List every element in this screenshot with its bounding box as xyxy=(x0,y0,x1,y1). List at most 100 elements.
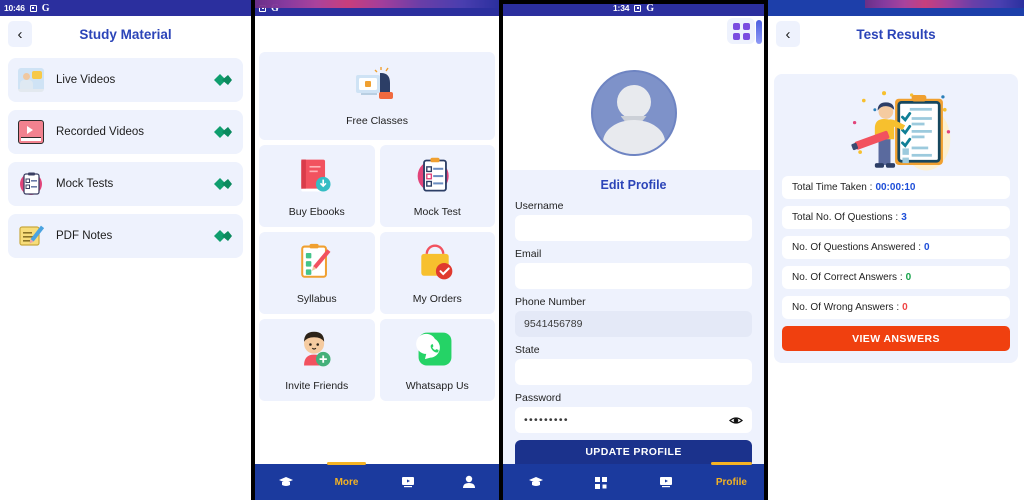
page-title: Test Results xyxy=(856,26,936,42)
edit-profile-form: Edit Profile Username Email Phone Number… xyxy=(503,170,765,474)
scrollbar[interactable] xyxy=(756,20,763,44)
tile-free-classes[interactable]: Free Classes xyxy=(259,52,496,140)
list-item-label: Recorded Videos xyxy=(56,126,145,138)
result-value: 00:00:10 xyxy=(875,182,916,193)
eye-icon[interactable] xyxy=(729,415,744,426)
result-label: No. Of Questions Answered : xyxy=(792,242,921,253)
test-results-card: Total Time Taken : 00:00:10 Total No. Of… xyxy=(774,74,1018,363)
list-item-pdf-notes[interactable]: PDF Notes xyxy=(8,214,244,258)
result-row-total-time: Total Time Taken : 00:00:10 xyxy=(782,176,1010,199)
tile-mock-test[interactable]: Mock Test xyxy=(379,145,496,227)
tile-label: My Orders xyxy=(412,292,462,305)
tile-label: Buy Ebooks xyxy=(288,205,345,218)
chevron-right-icon xyxy=(214,178,233,190)
status-artifact xyxy=(255,0,500,8)
invite-friend-icon xyxy=(293,329,341,375)
result-value: 3 xyxy=(901,212,907,223)
app-header xyxy=(503,16,765,52)
screenshot-icon xyxy=(634,4,642,12)
google-icon: G xyxy=(41,2,50,14)
shopping-bag-icon xyxy=(413,242,461,288)
graduation-cap-icon xyxy=(278,477,293,486)
phone-number-input[interactable]: 9541456789 xyxy=(515,311,753,337)
view-answers-button[interactable]: VIEW ANSWERS xyxy=(782,326,1010,351)
status-bar: 10:46 G xyxy=(0,0,252,16)
tile-my-orders[interactable]: My Orders xyxy=(379,232,496,314)
email-input[interactable] xyxy=(515,263,753,289)
screen-dashboard: G Free Classes Buy Ebooks Mock Test Syll… xyxy=(255,0,500,500)
list-item-live-videos[interactable]: Live Videos xyxy=(8,58,244,102)
study-material-list: Live Videos Recorded Videos Mock Tests P… xyxy=(0,52,251,258)
password-value: ••••••••• xyxy=(524,414,569,426)
chevron-right-icon xyxy=(214,74,233,86)
nav-item-videos[interactable] xyxy=(377,464,438,500)
username-label: Username xyxy=(515,200,564,212)
update-profile-button[interactable]: UPDATE PROFILE xyxy=(515,440,753,464)
app-header: ‹ Study Material xyxy=(0,16,252,52)
graduation-cap-icon xyxy=(528,477,543,486)
person-icon xyxy=(462,475,475,488)
tile-whatsapp-us[interactable]: Whatsapp Us xyxy=(379,319,496,401)
list-item-recorded-videos[interactable]: Recorded Videos xyxy=(8,110,244,154)
state-input[interactable] xyxy=(515,359,753,385)
nav-item-more[interactable]: More xyxy=(316,462,377,500)
live-videos-icon xyxy=(18,68,44,92)
back-button[interactable]: ‹ xyxy=(776,21,801,47)
nav-item-more[interactable] xyxy=(568,464,633,500)
nav-item-label: More xyxy=(334,476,359,488)
screenshot-icon xyxy=(29,4,37,12)
state-label: State xyxy=(515,344,540,356)
grid-icon xyxy=(594,477,607,489)
mock-tests-icon xyxy=(18,172,44,196)
tile-invite-friends[interactable]: Invite Friends xyxy=(259,319,375,401)
nav-item-classes[interactable] xyxy=(255,464,316,500)
tile-label: Invite Friends xyxy=(285,379,349,392)
list-item-label: Live Videos xyxy=(56,74,116,86)
result-label: Total Time Taken : xyxy=(792,182,873,193)
password-input[interactable]: ••••••••• xyxy=(515,407,753,433)
result-value: 0 xyxy=(923,242,930,253)
chevron-right-icon xyxy=(214,126,233,138)
phone-number-label: Phone Number xyxy=(515,296,586,308)
nav-item-profile[interactable] xyxy=(438,464,499,500)
status-time: 1:34 xyxy=(613,3,630,13)
tile-label: Syllabus xyxy=(296,292,337,305)
list-item-mock-tests[interactable]: Mock Tests xyxy=(8,162,244,206)
status-time: 10:46 xyxy=(4,3,25,13)
list-item-label: PDF Notes xyxy=(56,230,113,242)
result-row-correct-answers: No. Of Correct Answers : 0 xyxy=(782,266,1010,289)
tile-label: Whatsapp Us xyxy=(405,379,469,392)
result-label: No. Of Wrong Answers : xyxy=(792,302,900,313)
result-label: No. Of Correct Answers : xyxy=(792,272,903,283)
ebook-icon xyxy=(293,155,341,201)
status-artifact xyxy=(503,0,765,4)
nav-item-profile[interactable]: Profile xyxy=(699,462,764,500)
email-label: Email xyxy=(515,248,542,260)
avatar-section xyxy=(503,52,765,170)
tile-buy-ebooks[interactable]: Buy Ebooks xyxy=(259,145,375,227)
app-header: ‹ Test Results xyxy=(768,16,1024,52)
tile-label: Mock Test xyxy=(413,205,461,218)
recorded-videos-icon xyxy=(18,120,44,144)
nav-item-classes[interactable] xyxy=(503,464,568,500)
screen-test-results: ‹ Test Results Total Time Taken: 00:00:… xyxy=(768,0,1024,500)
page-title: Study Material xyxy=(79,26,172,42)
syllabus-icon xyxy=(293,242,341,288)
nav-item-videos[interactable] xyxy=(634,464,699,500)
result-value: 0 xyxy=(905,272,912,283)
grid-icon[interactable] xyxy=(727,18,756,44)
result-value: 0 xyxy=(902,302,908,313)
username-input[interactable] xyxy=(515,215,753,241)
status-artifact xyxy=(865,0,1024,8)
test-results-illustration xyxy=(782,84,1010,176)
bottom-navigation: Profile xyxy=(503,462,765,500)
dashboard-grid: Free Classes Buy Ebooks Mock Test Syllab… xyxy=(255,52,499,401)
tile-syllabus[interactable]: Syllabus xyxy=(259,232,375,314)
back-button[interactable]: ‹ xyxy=(8,21,32,47)
result-label: Total No. Of Questions : xyxy=(792,212,899,223)
google-icon: G xyxy=(646,2,655,14)
result-row-questions-answered: No. Of Questions Answered : 0 xyxy=(782,236,1010,259)
pdf-notes-icon xyxy=(18,224,45,248)
tile-label: Free Classes xyxy=(346,115,408,127)
avatar[interactable] xyxy=(590,70,677,156)
